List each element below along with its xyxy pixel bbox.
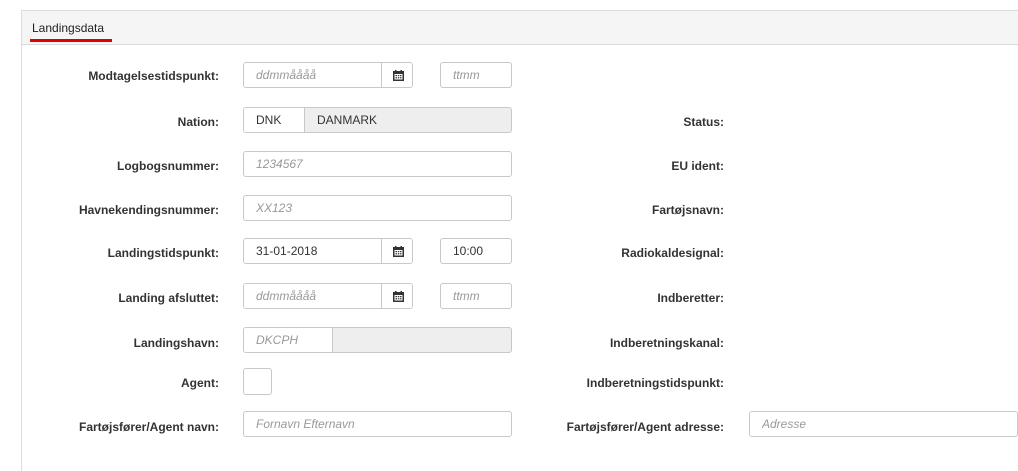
panel-header: Landingsdata — [22, 11, 1018, 45]
nation-label: Nation: — [177, 115, 219, 129]
havne-label: Havnekendingsnummer: — [78, 203, 219, 217]
afsluttet-calendar-button[interactable] — [381, 284, 412, 308]
afsluttet-date-input[interactable] — [244, 284, 381, 308]
landingstid-label: Landingstidspunkt: — [107, 246, 219, 260]
landingshavn-label: Landingshavn: — [133, 336, 219, 350]
modtagelse-label: Modtagelsestidspunkt: — [88, 69, 219, 83]
modtagelse-date-group — [243, 62, 413, 88]
logbog-label: Logbogsnummer: — [117, 159, 219, 173]
top-strip — [0, 0, 1018, 8]
indberetter-label: Indberetter: — [657, 291, 724, 305]
nation-code: DNK — [244, 108, 305, 132]
foerer-adresse-label: Fartøjsfører/Agent adresse: — [566, 420, 724, 434]
modtagelse-time-input[interactable] — [440, 62, 512, 88]
modtagelse-date-input[interactable] — [244, 63, 381, 87]
landingstid-date-input[interactable] — [244, 239, 381, 263]
foerer-adresse-input[interactable] — [749, 411, 1018, 437]
calendar-icon — [392, 69, 404, 81]
agent-label: Agent: — [181, 376, 219, 390]
afsluttet-label: Landing afsluttet: — [118, 291, 219, 305]
indberetningstidspunkt-label: Indberetningstidspunkt: — [586, 376, 724, 390]
landingstid-date-group — [243, 238, 413, 264]
eu-ident-label: EU ident: — [671, 159, 724, 173]
calendar-icon — [392, 290, 404, 302]
nation-name: DANMARK — [317, 113, 378, 127]
nation-field[interactable]: DNK DANMARK — [243, 107, 512, 133]
active-tab-indicator — [30, 39, 112, 42]
landingstid-calendar-button[interactable] — [381, 239, 412, 263]
radiokaldesignal-label: Radiokaldesignal: — [621, 246, 724, 260]
foerer-navn-input[interactable] — [243, 411, 512, 437]
landingshavn-code-input[interactable] — [244, 328, 333, 352]
afsluttet-date-group — [243, 283, 413, 309]
tab-landingsdata[interactable]: Landingsdata — [32, 21, 104, 35]
fartoejsnavn-label: Fartøjsnavn: — [651, 203, 724, 217]
foerer-navn-label: Fartøjsfører/Agent navn: — [78, 420, 219, 434]
modtagelse-calendar-button[interactable] — [381, 63, 412, 87]
status-label: Status: — [683, 115, 724, 129]
logbog-input[interactable] — [243, 151, 512, 177]
calendar-icon — [392, 245, 404, 257]
agent-checkbox[interactable] — [243, 368, 272, 395]
indberetningskanal-label: Indberetningskanal: — [609, 336, 724, 350]
havne-input[interactable] — [243, 195, 512, 221]
landingshavn-field — [243, 327, 512, 353]
